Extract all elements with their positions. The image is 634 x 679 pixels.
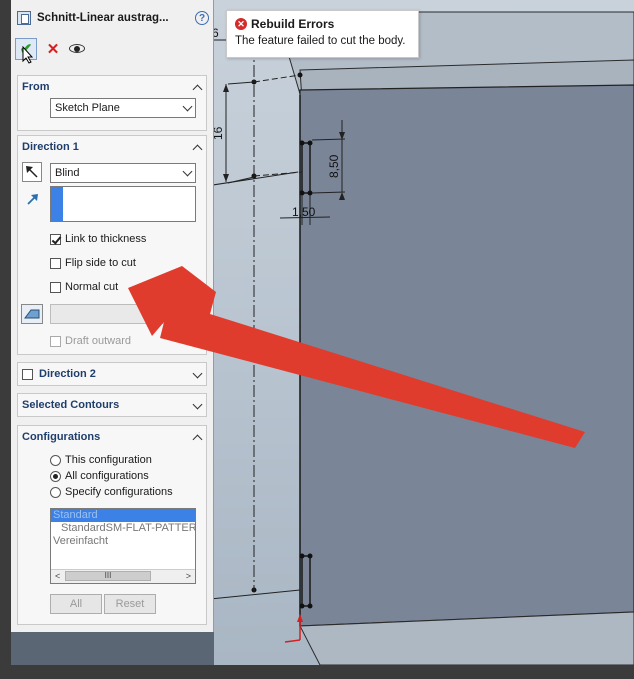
dimension-16: 16 xyxy=(214,126,225,140)
dropdown-caret-icon xyxy=(182,166,193,177)
configuration-list-item[interactable]: StandardSM-FLAT-PATTER xyxy=(51,522,195,535)
checkbox-icon[interactable] xyxy=(22,368,33,380)
normal-cut-checkbox[interactable]: Normal cut xyxy=(50,278,118,296)
from-select-value: Sketch Plane xyxy=(55,102,120,114)
configuration-list[interactable]: Standard StandardSM-FLAT-PATTER Vereinfa… xyxy=(50,508,196,584)
from-header[interactable]: From xyxy=(18,76,206,98)
cancel-button[interactable]: ✕ xyxy=(45,40,61,58)
preview-eye-icon[interactable] xyxy=(69,43,87,55)
draft-outward-label: Draft outward xyxy=(65,335,132,347)
configurations-title: Configurations xyxy=(22,431,101,443)
direction2-section: Direction 2 xyxy=(17,362,207,386)
dimension-8-50: 8,50 xyxy=(327,154,341,178)
reset-button[interactable]: Reset xyxy=(104,594,156,614)
radio-icon[interactable] xyxy=(50,454,61,466)
dropdown-caret-icon xyxy=(182,101,193,112)
mouse-cursor-icon xyxy=(22,46,34,64)
direction2-checkbox[interactable] xyxy=(22,365,33,383)
draft-outward-checkbox[interactable]: Draft outward xyxy=(50,332,131,350)
configurations-header[interactable]: Configurations xyxy=(18,426,206,448)
graphics-viewport[interactable]: 6 16 8,50 1,50 70 xyxy=(214,0,634,665)
feature-title: Schnitt-Linear austrag... xyxy=(37,12,169,24)
link-to-thickness-checkbox[interactable]: Link to thickness xyxy=(50,230,146,248)
flip-side-to-cut-checkbox[interactable]: Flip side to cut xyxy=(50,254,136,272)
radio-selected-icon[interactable] xyxy=(50,470,61,482)
radio-icon[interactable] xyxy=(50,486,61,498)
scroll-right-icon[interactable]: > xyxy=(186,571,191,581)
configuration-list-item[interactable]: Vereinfacht xyxy=(51,535,195,548)
reverse-direction-icon[interactable] xyxy=(22,162,42,182)
direction2-header[interactable]: Direction 2 xyxy=(18,363,206,385)
scroll-left-icon[interactable]: < xyxy=(55,571,60,581)
radio-all-configurations-label: All configurations xyxy=(65,470,149,482)
scrollbar-grip: III xyxy=(104,571,112,580)
direction-arrow-icon xyxy=(26,192,40,209)
model-drawing: 6 16 8,50 1,50 70 xyxy=(214,11,634,665)
direction1-title: Direction 1 xyxy=(22,141,79,153)
radio-all-configurations[interactable]: All configurations xyxy=(50,468,149,484)
rebuild-error-message: The feature failed to cut the body. xyxy=(235,35,406,47)
pin-cursor-icon xyxy=(283,344,293,367)
window-frame-left xyxy=(0,0,11,679)
rebuild-error-tooltip: ✕ Rebuild Errors The feature failed to c… xyxy=(226,10,419,58)
rebuild-error-title: Rebuild Errors xyxy=(251,17,335,31)
collapse-up-icon[interactable] xyxy=(193,83,202,92)
radio-this-configuration[interactable]: This configuration xyxy=(50,452,152,468)
property-manager-header: Schnitt-Linear austrag... ? xyxy=(17,8,209,28)
scrollbar-thumb[interactable]: III xyxy=(65,571,151,581)
selected-contours-title: Selected Contours xyxy=(22,399,120,411)
radio-this-configuration-label: This configuration xyxy=(65,454,152,466)
configurations-section: Configurations This configuration All co… xyxy=(17,425,207,625)
dimension-1-50: 1,50 xyxy=(292,205,316,219)
configuration-list-item[interactable]: Standard xyxy=(51,509,195,522)
expand-down-icon[interactable] xyxy=(193,370,202,379)
horizontal-scrollbar[interactable]: < III > xyxy=(51,569,195,583)
radio-specify-configurations[interactable]: Specify configurations xyxy=(50,484,173,500)
checkbox-checked-icon[interactable] xyxy=(50,233,61,245)
direction2-title: Direction 2 xyxy=(39,368,96,380)
error-icon: ✕ xyxy=(235,18,247,30)
flip-side-to-cut-label: Flip side to cut xyxy=(65,257,136,269)
direction1-section: Direction 1 Blind Link to thickness Flip… xyxy=(17,135,207,355)
from-select[interactable]: Sketch Plane xyxy=(50,98,196,118)
end-condition-value: Blind xyxy=(55,167,80,179)
help-icon[interactable]: ? xyxy=(195,11,209,25)
window-frame-bottom xyxy=(0,665,634,679)
normal-cut-label: Normal cut xyxy=(65,281,119,293)
property-manager: Schnitt-Linear austrag... ? ✔ ✕ From Ske… xyxy=(11,0,214,632)
collapse-up-icon[interactable] xyxy=(193,433,202,442)
radio-specify-configurations-label: Specify configurations xyxy=(65,486,173,498)
rebuild-error-header: ✕ Rebuild Errors xyxy=(235,17,410,31)
direction-reference-box[interactable] xyxy=(50,186,196,222)
link-to-thickness-label: Link to thickness xyxy=(65,233,147,245)
draft-angle-field[interactable] xyxy=(50,304,196,324)
extruded-cut-icon xyxy=(17,11,31,25)
all-button[interactable]: All xyxy=(50,594,102,614)
end-condition-select[interactable]: Blind xyxy=(50,163,196,183)
model-face xyxy=(299,84,634,627)
from-section: From Sketch Plane xyxy=(17,75,207,131)
selected-contours-section: Selected Contours xyxy=(17,393,207,417)
panel-background-below xyxy=(11,632,214,665)
dimension-6: 6 xyxy=(214,26,219,40)
expand-down-icon[interactable] xyxy=(193,401,202,410)
configuration-buttons: All Reset xyxy=(50,594,156,614)
collapse-up-icon[interactable] xyxy=(193,143,202,152)
checkbox-icon[interactable] xyxy=(50,335,61,347)
selected-contours-header[interactable]: Selected Contours xyxy=(18,394,206,416)
from-title: From xyxy=(22,81,50,93)
direction1-header[interactable]: Direction 1 xyxy=(18,136,206,158)
selection-color-bar xyxy=(51,187,63,221)
checkbox-icon[interactable] xyxy=(50,281,61,293)
draft-icon[interactable] xyxy=(21,304,43,324)
checkbox-icon[interactable] xyxy=(50,257,61,269)
